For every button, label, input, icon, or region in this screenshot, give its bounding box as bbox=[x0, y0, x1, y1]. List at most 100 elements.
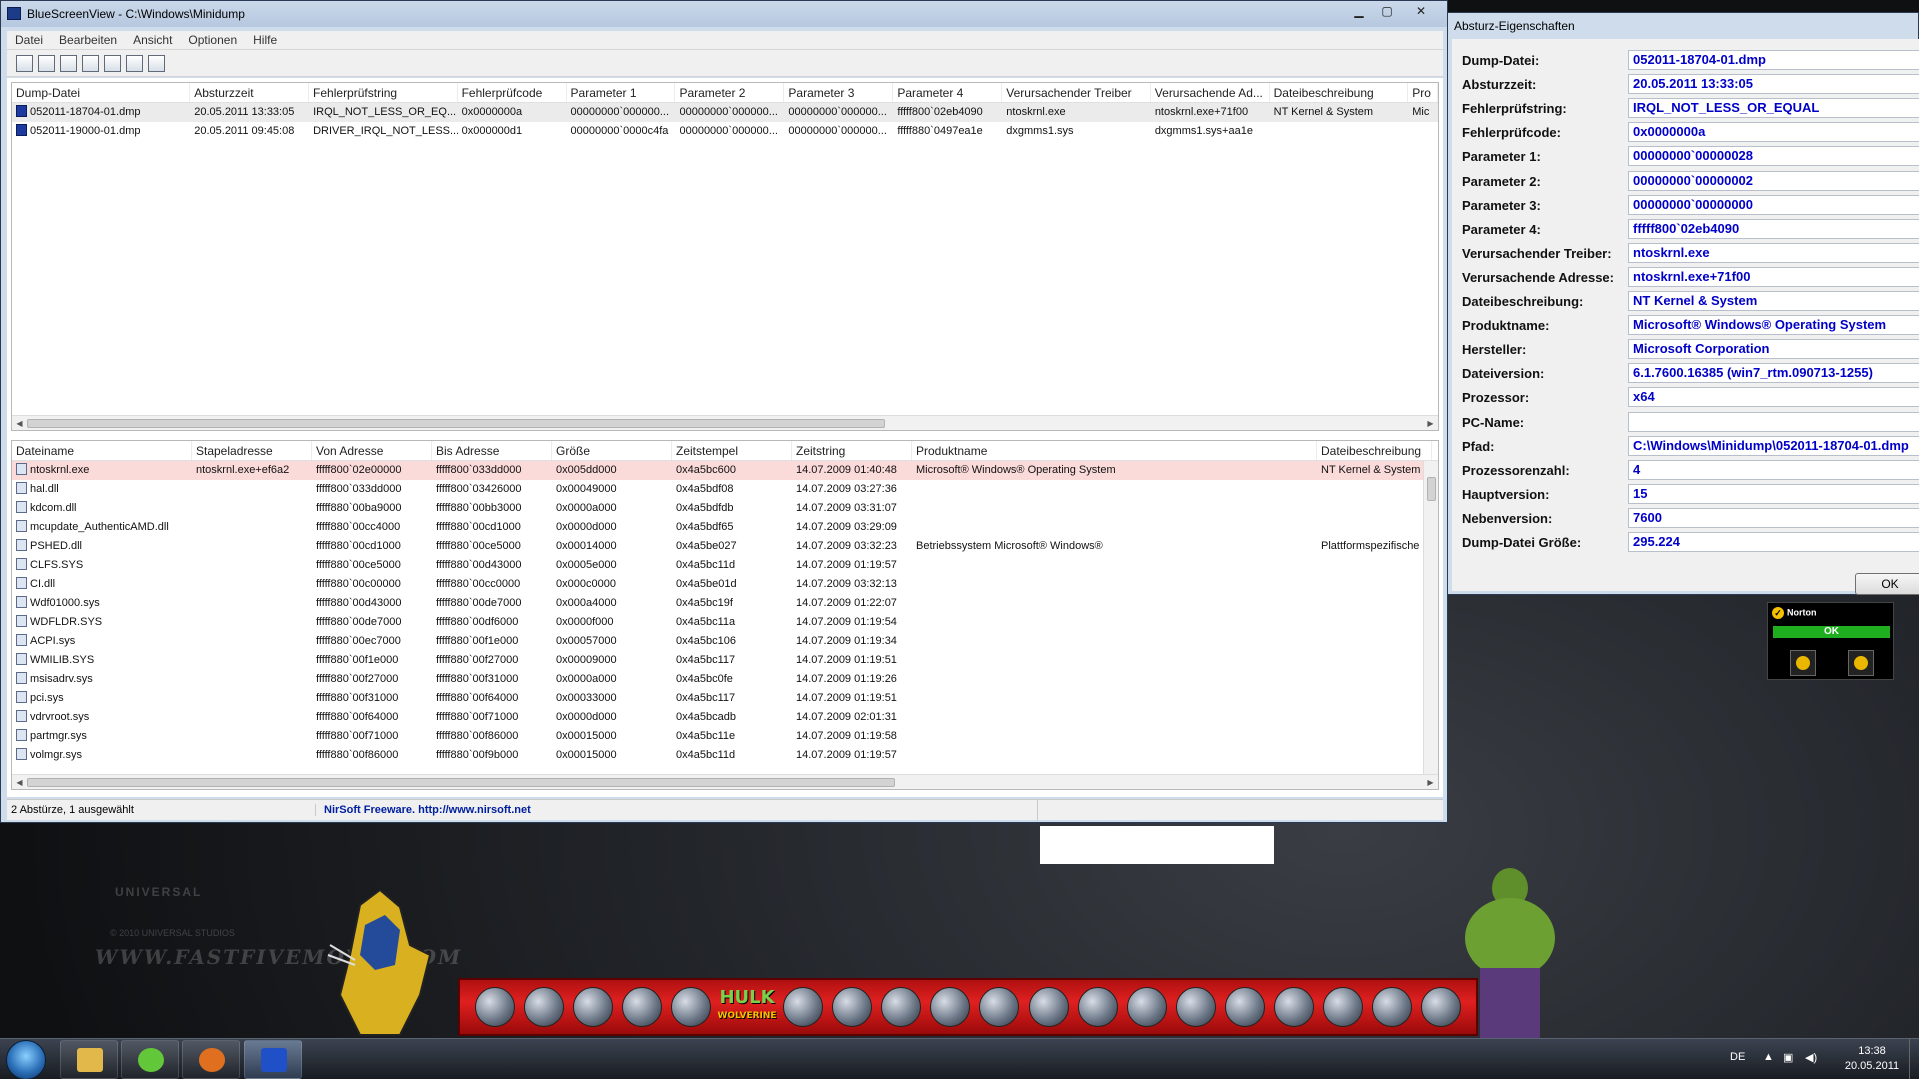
column-header[interactable]: Verursachender Treiber bbox=[1002, 83, 1151, 102]
driver-row[interactable]: ntoskrnl.exe ntoskrnl.exe+ef6a2 fffff800`0… bbox=[12, 461, 1438, 480]
scroll-right-icon[interactable]: ▶ bbox=[1423, 416, 1438, 430]
scroll-thumb[interactable] bbox=[27, 778, 895, 787]
driver-row[interactable]: msisadrv.sys fffff880`00f27000 fffff880`00… bbox=[12, 670, 1438, 689]
property-value[interactable]: 15 bbox=[1628, 483, 1919, 504]
dock-app-icon[interactable] bbox=[523, 987, 564, 1027]
property-value[interactable]: C:\Windows\Minidump\052011-18704-01.dmp bbox=[1628, 435, 1919, 456]
property-value[interactable]: x64 bbox=[1628, 387, 1919, 408]
dock-app-icon[interactable] bbox=[930, 987, 971, 1027]
dock-app-icon[interactable] bbox=[572, 987, 613, 1027]
column-header[interactable]: Pro bbox=[1408, 83, 1438, 102]
dock-app-icon[interactable] bbox=[474, 987, 515, 1027]
column-header[interactable]: Fehlerprüfcode bbox=[458, 83, 567, 102]
driver-row[interactable]: CI.dll fffff880`00c00000 fffff880`00cc0000… bbox=[12, 575, 1438, 594]
dock-app-icon[interactable] bbox=[621, 987, 662, 1027]
crash-row[interactable]: 052011-18704-01.dmp 20.05.2011 13:33:05 IR… bbox=[12, 103, 1438, 122]
start-button[interactable] bbox=[6, 1040, 46, 1079]
column-header[interactable]: Zeitstempel bbox=[672, 441, 792, 460]
dock-app-icon[interactable] bbox=[783, 987, 824, 1027]
property-value[interactable]: NT Kernel & System bbox=[1628, 291, 1919, 311]
driver-row[interactable]: pci.sys fffff880`00f31000 fffff880`00f6400… bbox=[12, 689, 1438, 708]
property-value[interactable]: 4 bbox=[1628, 459, 1919, 480]
taskbar-explorer[interactable] bbox=[60, 1040, 118, 1079]
property-value[interactable]: fffff800`02eb4090 bbox=[1628, 218, 1919, 239]
driver-row[interactable]: ACPI.sys fffff880`00ec7000 fffff880`00f1e0… bbox=[12, 632, 1438, 651]
taskbar-bluescreenview[interactable] bbox=[244, 1040, 302, 1079]
norton-action-icon[interactable] bbox=[1848, 650, 1874, 676]
dock-app-icon[interactable] bbox=[832, 987, 873, 1027]
menu-bearbeiten[interactable]: Bearbeiten bbox=[59, 33, 117, 47]
driver-row[interactable]: PSHED.dll fffff880`00cd1000 fffff880`00ce5… bbox=[12, 537, 1438, 556]
network-icon[interactable]: ▣ bbox=[1783, 1051, 1793, 1064]
driver-list-vscrollbar[interactable] bbox=[1423, 461, 1438, 774]
column-header[interactable]: Produktname bbox=[912, 441, 1317, 460]
scroll-thumb[interactable] bbox=[1427, 477, 1436, 501]
find-icon[interactable] bbox=[126, 55, 143, 72]
properties-icon[interactable] bbox=[16, 55, 33, 72]
property-value[interactable]: 00000000`00000000 bbox=[1628, 194, 1919, 215]
property-value[interactable]: 295.224 bbox=[1628, 532, 1919, 552]
crash-list-scrollbar[interactable]: ◀ ▶ bbox=[12, 415, 1438, 430]
dock-app-icon[interactable] bbox=[1274, 987, 1315, 1027]
dock-app-icon[interactable] bbox=[670, 987, 711, 1027]
driver-row[interactable]: kdcom.dll fffff880`00ba9000 fffff880`00bb3… bbox=[12, 499, 1438, 518]
dock-app-icon[interactable] bbox=[1175, 987, 1216, 1027]
scroll-left-icon[interactable]: ◀ bbox=[12, 775, 27, 789]
column-header[interactable]: Dump-Datei bbox=[12, 83, 191, 102]
driver-row[interactable]: vdrvroot.sys fffff880`00f64000 fffff880`00… bbox=[12, 708, 1438, 727]
property-value[interactable]: Microsoft Corporation bbox=[1628, 339, 1919, 360]
driver-row[interactable]: partmgr.sys fffff880`00f71000 fffff880`00f… bbox=[12, 727, 1438, 746]
property-value[interactable]: ntoskrnl.exe bbox=[1628, 242, 1919, 263]
column-header[interactable]: Parameter 2 bbox=[675, 83, 785, 102]
property-value[interactable]: 7600 bbox=[1628, 507, 1919, 528]
taskbar-firefox[interactable] bbox=[182, 1040, 240, 1079]
property-value[interactable]: 6.1.7600.16385 (win7_rtm.090713-1255) bbox=[1628, 363, 1919, 384]
ok-button[interactable]: OK bbox=[1855, 573, 1919, 595]
column-header[interactable]: Stapeladresse bbox=[192, 441, 312, 460]
close-icon[interactable]: ✕ bbox=[1401, 1, 1441, 21]
scroll-right-icon[interactable]: ▶ bbox=[1423, 775, 1438, 789]
language-indicator[interactable]: DE bbox=[1730, 1051, 1745, 1063]
property-value[interactable]: 052011-18704-01.dmp bbox=[1628, 50, 1919, 70]
column-header[interactable]: Von Adresse bbox=[312, 441, 432, 460]
dock-app-icon[interactable] bbox=[1372, 987, 1413, 1027]
property-value[interactable] bbox=[1628, 411, 1919, 432]
column-header[interactable]: Absturzzeit bbox=[190, 83, 310, 102]
column-header[interactable]: Verursachende Ad... bbox=[1151, 83, 1270, 102]
column-header[interactable]: Parameter 4 bbox=[893, 83, 1003, 102]
property-value[interactable]: 0x0000000a bbox=[1628, 122, 1919, 143]
exit-icon[interactable] bbox=[148, 55, 165, 72]
driver-list-scrollbar[interactable]: ◀ ▶ bbox=[12, 774, 1438, 789]
clock[interactable]: 13:38 20.05.2011 bbox=[1837, 1044, 1907, 1074]
menu-optionen[interactable]: Optionen bbox=[188, 33, 237, 47]
title-bar[interactable]: BlueScreenView - C:\Windows\Minidump ▁ ▢… bbox=[1, 1, 1447, 27]
show-hidden-icons-icon[interactable]: ▲ bbox=[1763, 1051, 1774, 1063]
column-header[interactable]: Zeitstring bbox=[792, 441, 912, 460]
menu-datei[interactable]: Datei bbox=[15, 33, 43, 47]
volume-icon[interactable]: ◀) bbox=[1805, 1051, 1817, 1064]
show-desktop-button[interactable] bbox=[1909, 1039, 1919, 1079]
norton-refresh-icon[interactable] bbox=[1790, 650, 1816, 676]
property-value[interactable]: 20.05.2011 13:33:05 bbox=[1628, 74, 1919, 95]
scroll-thumb[interactable] bbox=[27, 419, 885, 428]
driver-row[interactable]: hal.dll fffff800`033dd000 fffff800`0342600… bbox=[12, 480, 1438, 499]
column-header[interactable]: Parameter 3 bbox=[784, 83, 894, 102]
driver-row[interactable]: CLFS.SYS fffff880`00ce5000 fffff880`00d430… bbox=[12, 556, 1438, 575]
dock-app-icon[interactable] bbox=[1224, 987, 1265, 1027]
column-header[interactable]: Fehlerprüfstring bbox=[309, 83, 458, 102]
dock-app-icon[interactable] bbox=[1421, 987, 1462, 1027]
property-value[interactable]: 00000000`00000002 bbox=[1628, 170, 1919, 191]
menu-ansicht[interactable]: Ansicht bbox=[133, 33, 172, 47]
refresh-icon[interactable] bbox=[60, 55, 77, 72]
copy-icon[interactable] bbox=[82, 55, 99, 72]
column-header[interactable]: Dateiname bbox=[12, 441, 192, 460]
dock-app-icon[interactable] bbox=[1323, 987, 1364, 1027]
crash-row[interactable]: 052011-19000-01.dmp 20.05.2011 09:45:08 DR… bbox=[12, 122, 1438, 141]
driver-row[interactable]: WMILIB.SYS fffff880`00f1e000 fffff880`00f2… bbox=[12, 651, 1438, 670]
column-header[interactable]: Bis Adresse bbox=[432, 441, 552, 460]
column-header[interactable]: Größe bbox=[552, 441, 672, 460]
maximize-icon[interactable]: ▢ bbox=[1373, 1, 1401, 21]
menu-hilfe[interactable]: Hilfe bbox=[253, 33, 277, 47]
dock-app-icon[interactable] bbox=[1077, 987, 1118, 1027]
dock-app-icon[interactable] bbox=[1028, 987, 1069, 1027]
